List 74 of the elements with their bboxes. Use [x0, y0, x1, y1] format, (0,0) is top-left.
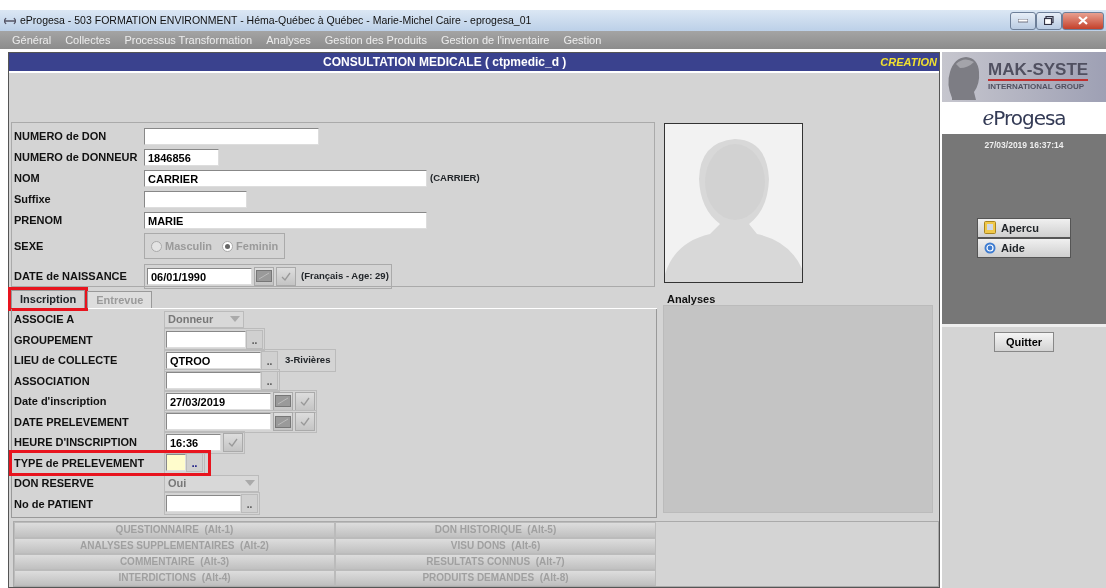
maximize-button[interactable] [1036, 11, 1062, 30]
brand-name: MAK-SYSTE [988, 61, 1089, 81]
app-name: eProgesa [982, 105, 1066, 132]
check-icon [300, 417, 310, 427]
check-icon [281, 271, 291, 281]
tab[interactable]: Inscription [11, 290, 86, 308]
input-field[interactable] [166, 413, 271, 431]
side-button[interactable]: Apercu [977, 217, 1071, 238]
field-label: Suffixe [14, 192, 52, 208]
input-field[interactable]: 16:36 [166, 433, 221, 451]
field-label: NUMERO de DON [14, 129, 108, 145]
lookup-button[interactable]: .. [246, 330, 263, 350]
calendar-icon [275, 415, 291, 428]
field-label: No de PATIENT [14, 496, 95, 512]
confirm-button[interactable] [295, 412, 315, 432]
field-label: ASSOCIE A [14, 312, 76, 327]
calendar-button[interactable] [254, 266, 274, 286]
close-button[interactable] [1062, 11, 1104, 30]
input-field[interactable] [144, 128, 319, 145]
document-icon [984, 221, 996, 235]
lookup-button[interactable]: .. [261, 371, 278, 391]
note-text: (Français - Age: 29) [301, 268, 389, 283]
field-label: LIEU de COLLECTE [14, 353, 119, 368]
caret-icon [242, 479, 258, 488]
mode-label: CREATION [880, 54, 938, 70]
field-label: NUMERO de DONNEUR [14, 150, 139, 166]
lookup-button[interactable]: .. [261, 350, 278, 370]
field-label: NOM [14, 171, 41, 187]
input-field[interactable]: 06/01/1990 [147, 267, 252, 285]
close-icon [1078, 16, 1088, 25]
field-label: DATE PRELEVEMENT [14, 414, 130, 430]
input-field[interactable] [166, 495, 241, 513]
input-field[interactable]: 27/03/2019 [166, 392, 271, 410]
calendar-icon [275, 395, 291, 408]
side-button[interactable]: Aide [977, 237, 1071, 258]
input-field[interactable] [166, 331, 246, 349]
field-label: DON RESERVE [14, 476, 95, 491]
calendar-button[interactable] [273, 412, 293, 432]
location-label: 3-Rivières [284, 353, 332, 368]
field-label: HEURE D'INSCRIPTION [14, 435, 138, 450]
confirm-button[interactable] [276, 266, 296, 286]
calendar-button[interactable] [273, 391, 293, 411]
caret-icon [227, 315, 243, 324]
form-title: CONSULTATION MEDICALE ( ctpmedic_d ) [322, 54, 568, 71]
field-label: PRENOM [14, 213, 64, 229]
lookup-button[interactable]: .. [186, 453, 203, 473]
input-field[interactable]: QTROO [166, 351, 261, 369]
input-field[interactable] [166, 372, 261, 390]
field-label: Date d'inscription [14, 394, 108, 409]
note-text: (CARRIER) [430, 171, 480, 186]
field-label: ASSOCIATION [14, 373, 91, 389]
input-field[interactable]: MARIE [144, 212, 427, 229]
help-icon [984, 241, 996, 254]
input-field[interactable]: 1846856 [144, 149, 219, 166]
check-icon [300, 396, 310, 406]
quit-button[interactable]: Quitter [994, 332, 1054, 352]
field-label: DATE de NAISSANCE [14, 268, 128, 284]
field-label: TYPE de PRELEVEMENT [14, 455, 146, 471]
field-label: SEXE [14, 238, 45, 254]
window-title: eProgesa - 503 FORMATION ENVIRONMENT - Héma-Québec à Québec - Marie-Michel Caire - eprogesa_01 [20, 12, 532, 28]
brand-tagline: INTERNATIONAL GROUP [988, 81, 1086, 93]
confirm-button[interactable] [295, 391, 315, 411]
maximize-icon [1044, 16, 1054, 25]
app-icon [4, 16, 16, 25]
input-field[interactable] [144, 191, 247, 208]
section-title: Analyses [666, 292, 717, 303]
input-field[interactable] [166, 454, 186, 472]
timestamp: 27/03/2019 16:37:14 [984, 139, 1064, 152]
lookup-button[interactable]: .. [241, 494, 258, 514]
check-icon [228, 437, 238, 447]
minimize-icon [1018, 18, 1028, 23]
field-label: GROUPEMENT [14, 332, 94, 348]
input-field[interactable]: CARRIER [144, 170, 427, 187]
calendar-icon [256, 270, 272, 282]
